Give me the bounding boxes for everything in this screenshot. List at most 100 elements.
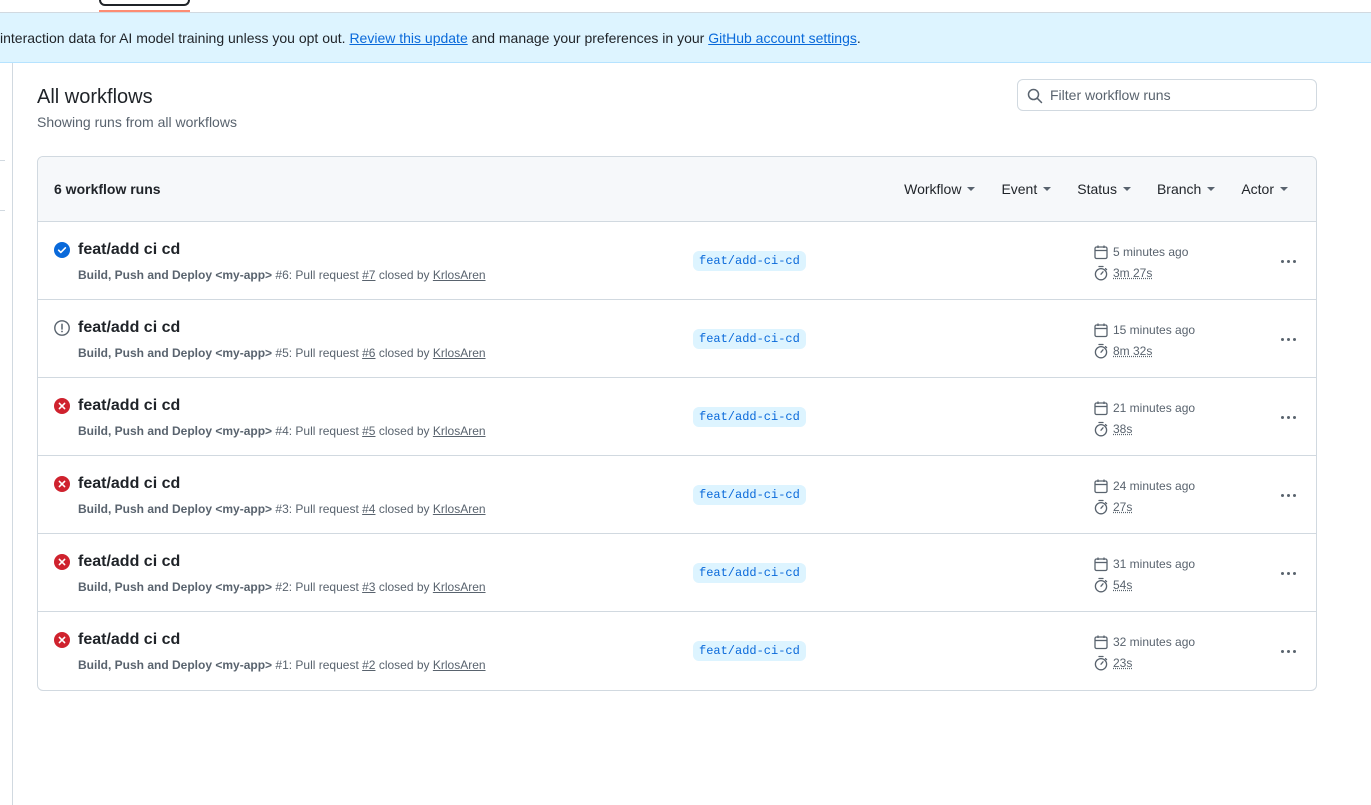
warning-exclamation-icon bbox=[54, 320, 70, 336]
workflow-run-row[interactable]: feat/add ci cd Build, Push and Deploy <m… bbox=[38, 534, 1316, 612]
calendar-icon bbox=[1094, 323, 1108, 338]
failure-x-icon bbox=[54, 554, 70, 570]
actor-link[interactable]: KrlosAren bbox=[433, 268, 486, 282]
review-update-link[interactable]: Review this update bbox=[349, 30, 467, 46]
stopwatch-icon bbox=[1094, 421, 1108, 437]
branch-label[interactable]: feat/add-ci-cd bbox=[693, 485, 806, 505]
filter-menu-actor[interactable]: Actor bbox=[1241, 181, 1288, 197]
filter-menu-label: Status bbox=[1077, 181, 1117, 197]
run-time-text: 21 minutes ago bbox=[1113, 401, 1196, 415]
caret-down-icon bbox=[1043, 187, 1052, 191]
workflow-run-row[interactable]: feat/add ci cd Build, Push and Deploy <m… bbox=[38, 456, 1316, 534]
run-time: 15 minutes ago bbox=[1093, 322, 1195, 338]
runs-list: feat/add ci cd Build, Push and Deploy <m… bbox=[38, 222, 1316, 690]
workflow-run-row[interactable]: feat/add ci cd Build, Push and Deploy <m… bbox=[38, 222, 1316, 300]
calendar-icon bbox=[1094, 401, 1108, 416]
selected-tab-outline bbox=[99, 0, 190, 6]
run-meta: Build, Push and Deploy <my-app> #4: Pull… bbox=[78, 424, 486, 438]
filter-runs-box[interactable] bbox=[1017, 79, 1317, 111]
banner-text-before: interaction data for AI model training u… bbox=[0, 30, 350, 46]
workflow-run-row[interactable]: feat/add ci cd Build, Push and Deploy <m… bbox=[38, 378, 1316, 456]
workflow-run-row[interactable]: feat/add ci cd Build, Push and Deploy <m… bbox=[38, 612, 1316, 690]
kebab-menu-icon[interactable] bbox=[1277, 641, 1299, 661]
pull-request-link[interactable]: #4 bbox=[362, 502, 375, 516]
run-number: #3 bbox=[275, 502, 289, 516]
run-time-text: 5 minutes ago bbox=[1113, 245, 1189, 259]
kebab-menu-icon[interactable] bbox=[1277, 563, 1299, 583]
event-text: : Pull request bbox=[288, 580, 363, 594]
run-title-link[interactable]: feat/add ci cd bbox=[78, 397, 180, 415]
run-title-link[interactable]: feat/add ci cd bbox=[78, 475, 180, 493]
run-title-link[interactable]: feat/add ci cd bbox=[78, 319, 180, 337]
run-duration-text: 3m 27s bbox=[1113, 266, 1153, 280]
page: interaction data for AI model training u… bbox=[0, 0, 1371, 805]
run-duration-text: 8m 32s bbox=[1113, 344, 1153, 358]
page-title: All workflows bbox=[37, 86, 153, 108]
filter-menu-label: Event bbox=[1001, 181, 1038, 197]
kebab-menu-icon[interactable] bbox=[1277, 329, 1299, 349]
run-title-link[interactable]: feat/add ci cd bbox=[78, 631, 180, 649]
closed-by-text: closed by bbox=[375, 658, 433, 672]
filter-runs-input[interactable] bbox=[1050, 81, 1310, 109]
failure-x-icon bbox=[54, 476, 70, 492]
workflow-name: Build, Push and Deploy <my-app> bbox=[78, 268, 273, 282]
workflow-name: Build, Push and Deploy <my-app> bbox=[78, 424, 273, 438]
pull-request-link[interactable]: #6 bbox=[362, 346, 375, 360]
event-text: : Pull request bbox=[288, 268, 363, 282]
run-number: #5 bbox=[275, 346, 289, 360]
stopwatch-icon bbox=[1094, 499, 1108, 515]
caret-down-icon bbox=[967, 187, 976, 191]
run-duration-text: 54s bbox=[1113, 578, 1133, 592]
left-sidebar-border bbox=[0, 63, 13, 805]
branch-label[interactable]: feat/add-ci-cd bbox=[693, 563, 806, 583]
page-subtitle: Showing runs from all workflows bbox=[37, 114, 237, 130]
pull-request-link[interactable]: #5 bbox=[362, 424, 375, 438]
branch-label[interactable]: feat/add-ci-cd bbox=[693, 251, 806, 271]
filter-menu-branch[interactable]: Branch bbox=[1157, 181, 1216, 197]
run-time: 24 minutes ago bbox=[1093, 478, 1195, 494]
actor-link[interactable]: KrlosAren bbox=[433, 658, 486, 672]
failure-x-icon bbox=[54, 632, 70, 648]
run-title-link[interactable]: feat/add ci cd bbox=[78, 553, 180, 571]
branch-label[interactable]: feat/add-ci-cd bbox=[693, 407, 806, 427]
branch-label[interactable]: feat/add-ci-cd bbox=[693, 641, 806, 661]
account-settings-link[interactable]: GitHub account settings bbox=[708, 30, 857, 46]
banner-text-middle: and manage your preferences in your bbox=[467, 30, 709, 46]
run-time: 31 minutes ago bbox=[1093, 556, 1195, 572]
workflow-name: Build, Push and Deploy <my-app> bbox=[78, 346, 273, 360]
filter-menu-workflow[interactable]: Workflow bbox=[904, 181, 976, 197]
kebab-menu-icon[interactable] bbox=[1277, 407, 1299, 427]
actor-link[interactable]: KrlosAren bbox=[433, 502, 486, 516]
filter-menu-status[interactable]: Status bbox=[1077, 181, 1131, 197]
closed-by-text: closed by bbox=[375, 502, 433, 516]
actor-link[interactable]: KrlosAren bbox=[433, 346, 486, 360]
stopwatch-icon bbox=[1094, 265, 1108, 281]
actor-link[interactable]: KrlosAren bbox=[433, 424, 486, 438]
run-time-text: 31 minutes ago bbox=[1113, 557, 1196, 571]
stopwatch-icon bbox=[1094, 343, 1108, 359]
pull-request-link[interactable]: #3 bbox=[362, 580, 375, 594]
pull-request-link[interactable]: #2 bbox=[362, 658, 375, 672]
success-check-icon bbox=[54, 242, 70, 258]
run-duration: 38s bbox=[1093, 421, 1132, 437]
caret-down-icon bbox=[1207, 187, 1216, 191]
runs-filter-menus: Workflow Event Status Branch Actor bbox=[904, 181, 1288, 197]
stopwatch-icon bbox=[1094, 655, 1108, 671]
run-title-link[interactable]: feat/add ci cd bbox=[78, 241, 180, 259]
event-text: : Pull request bbox=[288, 424, 363, 438]
kebab-menu-icon[interactable] bbox=[1277, 251, 1299, 271]
branch-label[interactable]: feat/add-ci-cd bbox=[693, 329, 806, 349]
run-duration: 54s bbox=[1093, 577, 1132, 593]
workflow-run-row[interactable]: feat/add ci cd Build, Push and Deploy <m… bbox=[38, 300, 1316, 378]
actor-link[interactable]: KrlosAren bbox=[433, 580, 486, 594]
run-time-text: 32 minutes ago bbox=[1113, 635, 1196, 649]
calendar-icon bbox=[1094, 479, 1108, 494]
kebab-menu-icon[interactable] bbox=[1277, 485, 1299, 505]
caret-down-icon bbox=[1280, 187, 1288, 191]
run-meta: Build, Push and Deploy <my-app> #1: Pull… bbox=[78, 658, 486, 672]
closed-by-text: closed by bbox=[375, 346, 433, 360]
filter-menu-event[interactable]: Event bbox=[1001, 181, 1052, 197]
run-number: #6 bbox=[275, 268, 289, 282]
run-number: #2 bbox=[275, 580, 289, 594]
pull-request-link[interactable]: #7 bbox=[362, 268, 375, 282]
